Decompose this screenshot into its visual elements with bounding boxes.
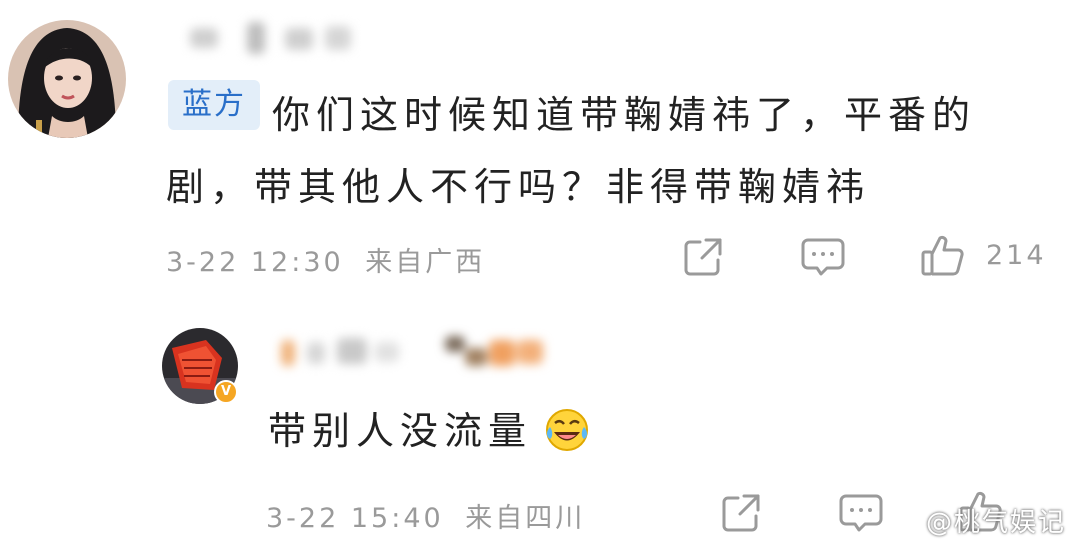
reply-text: 带别人没流量 [268,409,533,453]
verified-v-icon: V [214,380,238,404]
comment-icon[interactable] [800,236,846,282]
reply-location: 来自四川 [465,503,586,534]
weibo-watermark: @桃气娱记 [925,508,1066,538]
camp-tag: 蓝方 [168,80,260,130]
comment-text-line2: 剧，带其他人不行吗？非得带鞠婧祎 [166,165,871,209]
reply-name-blurred[interactable] [275,330,550,374]
comment-location: 来自广西 [365,247,486,278]
comment-meta: 3-22 12:30 来自广西 [166,240,485,279]
laughing-crying-emoji [544,407,590,462]
comment-time: 3-22 12:30 [166,247,344,278]
commenter-avatar[interactable] [8,20,126,138]
reply-text-line: 带别人没流量 [268,400,590,462]
like-count: 214 [986,240,1047,271]
reply-time: 3-22 15:40 [266,503,444,534]
reply-meta: 3-22 15:40 来自四川 [266,496,585,535]
commenter-name-blurred[interactable] [185,18,365,58]
thumbs-up-icon[interactable] [920,234,966,282]
comment-text-line1: 你们这时候知道带鞠婧祎了，平番的 [272,93,977,137]
share-icon[interactable] [720,492,762,538]
comment-icon[interactable] [838,492,884,538]
share-icon[interactable] [682,236,724,282]
